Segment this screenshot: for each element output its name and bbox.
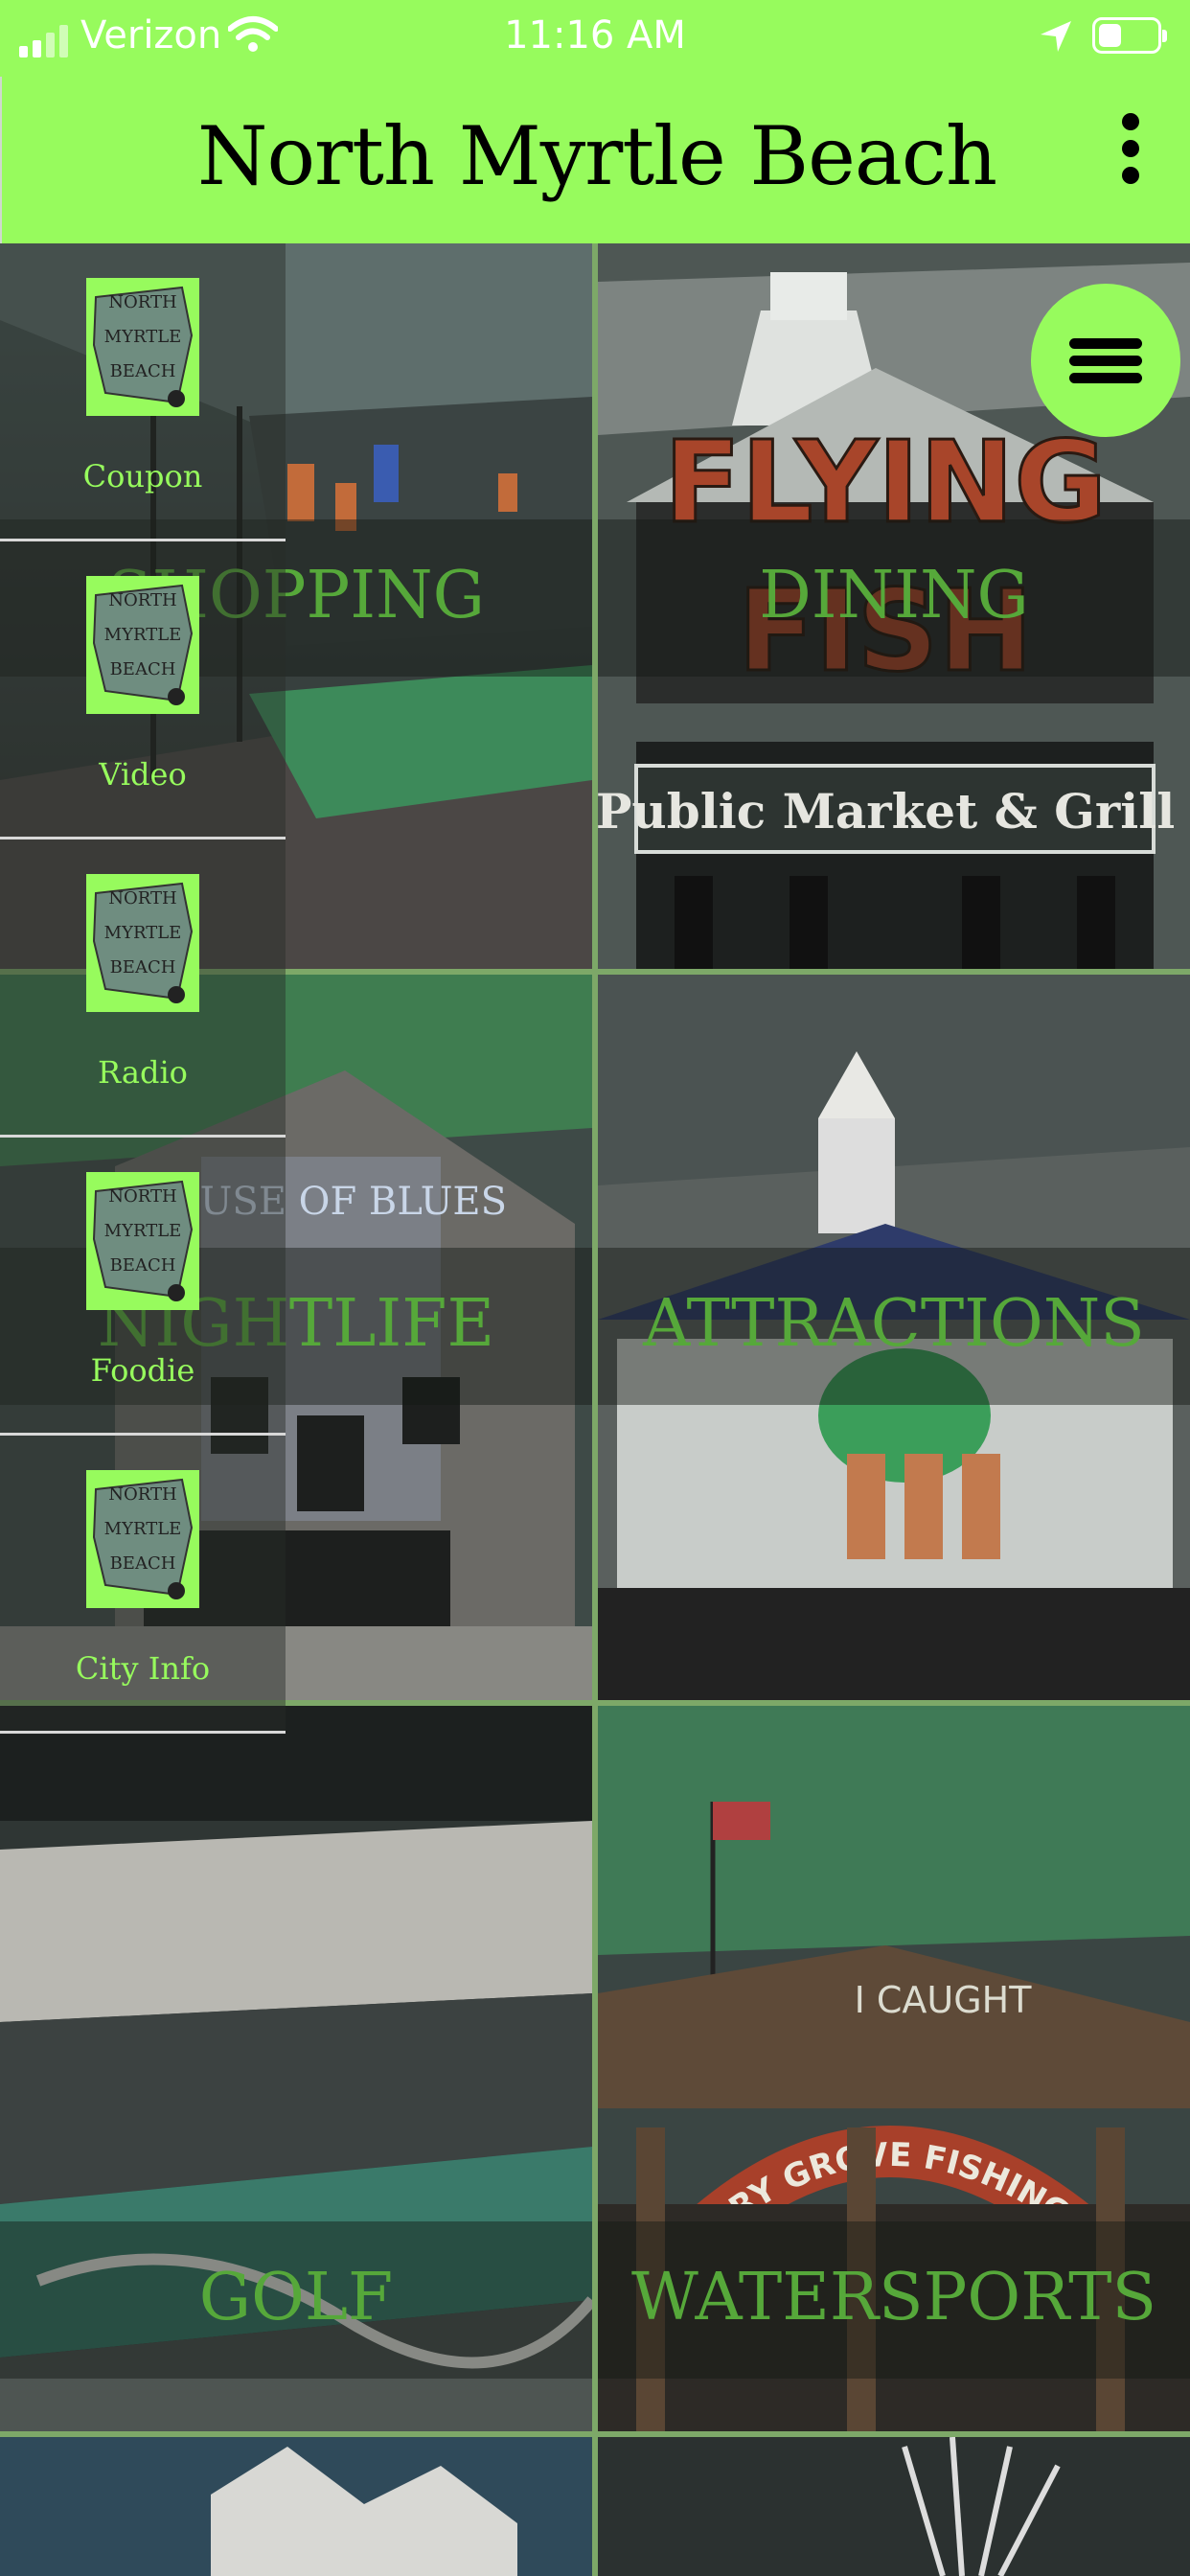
drawer-label-city-info: City Info bbox=[75, 1650, 211, 1687]
drawer-label-radio: Radio bbox=[98, 1054, 188, 1091]
drawer-item-coupon[interactable]: NORTH MYRTLE BEACH Coupon bbox=[0, 243, 286, 541]
drawer-label-foodie: Foodie bbox=[90, 1352, 195, 1389]
tile-partial-right[interactable] bbox=[598, 2437, 1190, 2576]
tile-golf[interactable]: GOLF bbox=[0, 1706, 592, 2431]
drawer-label-coupon: Coupon bbox=[82, 458, 203, 494]
drawer-item-video[interactable]: NORTH MYRTLE BEACH Video bbox=[0, 541, 286, 840]
tile-label-watersports: WATERSPORTS bbox=[630, 2260, 1157, 2335]
tile-watersports[interactable]: I CAUGHT CHERRY GROVE FISHING PIER WATER… bbox=[598, 1706, 1190, 2431]
app-bar: North Myrtle Beach bbox=[0, 77, 1190, 243]
kebab-menu-icon[interactable] bbox=[1111, 113, 1150, 194]
partial-left-scene-image bbox=[0, 2437, 592, 2576]
north-myrtle-beach-logo: NORTH MYRTLE BEACH bbox=[86, 1172, 199, 1310]
dining-sign-grill: Public Market & Grill bbox=[598, 783, 1175, 840]
drawer-item-radio[interactable]: NORTH MYRTLE BEACH Radio bbox=[0, 840, 286, 1138]
north-myrtle-beach-logo: NORTH MYRTLE BEACH bbox=[86, 278, 199, 416]
tile-label-golf: GOLF bbox=[198, 2260, 394, 2335]
location-arrow-icon bbox=[1041, 21, 1071, 52]
north-myrtle-beach-logo: NORTH MYRTLE BEACH bbox=[86, 1470, 199, 1608]
battery-icon bbox=[1092, 17, 1167, 54]
page-title: North Myrtle Beach bbox=[196, 109, 997, 203]
status-bar: Verizon 11:16 AM bbox=[0, 0, 1190, 77]
watersports-sign-caught: I CAUGHT bbox=[855, 1979, 1033, 2021]
north-myrtle-beach-logo: NORTH MYRTLE BEACH bbox=[86, 576, 199, 714]
north-myrtle-beach-logo: NORTH MYRTLE BEACH bbox=[86, 874, 199, 1012]
divider bbox=[0, 1731, 286, 1734]
tile-attractions[interactable]: ATTRACTIONS bbox=[598, 975, 1190, 1700]
drawer-item-city-info[interactable]: NORTH MYRTLE BEACH City Info bbox=[0, 1436, 286, 1734]
drawer-label-video: Video bbox=[99, 756, 187, 793]
battery-fill bbox=[1099, 24, 1121, 47]
side-drawer: NORTH MYRTLE BEACH Coupon NORTH MYRTLE B… bbox=[0, 243, 286, 1735]
partial-right-scene-image bbox=[598, 2437, 1190, 2576]
tile-partial-left[interactable] bbox=[0, 2437, 592, 2576]
tile-label-attractions: ATTRACTIONS bbox=[643, 1286, 1145, 1362]
tile-label-dining: DINING bbox=[759, 558, 1029, 633]
status-time: 11:16 AM bbox=[504, 13, 686, 58]
hamburger-menu-icon[interactable] bbox=[1031, 284, 1180, 437]
drawer-item-foodie[interactable]: NORTH MYRTLE BEACH Foodie bbox=[0, 1138, 286, 1436]
